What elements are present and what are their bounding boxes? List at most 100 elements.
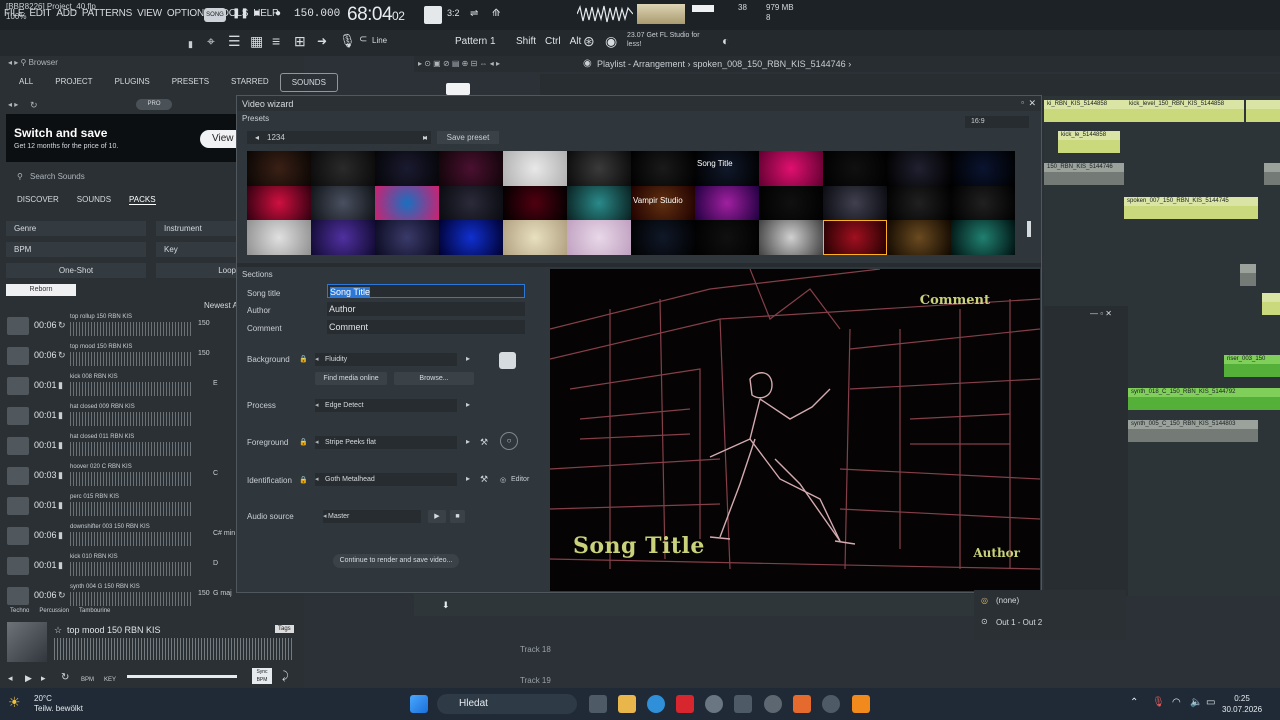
loop-toggle-icon[interactable]: ↻ [61, 672, 69, 683]
foreground-knob-icon[interactable]: ○ [500, 432, 518, 450]
clip[interactable] [1246, 100, 1280, 122]
tab-all[interactable]: ALL [8, 73, 44, 92]
app-icon[interactable] [793, 695, 811, 713]
background-lock-icon[interactable]: 🔒 [299, 355, 308, 363]
close-icon[interactable]: ✕ [1028, 98, 1036, 109]
preset-thumbnail[interactable] [439, 220, 503, 255]
key-filter[interactable]: Key [156, 242, 240, 257]
identification-select[interactable]: Goth Metalhead [315, 473, 457, 486]
input-none[interactable]: (none) [996, 596, 1019, 605]
player-tags-button[interactable]: Tags [275, 625, 294, 633]
clip[interactable] [1240, 264, 1256, 286]
preset-thumbnail[interactable] [823, 151, 887, 186]
maximize-icon[interactable]: ▫ [1021, 98, 1024, 107]
comment-input[interactable]: Comment [327, 320, 525, 334]
preset-thumbnail[interactable] [567, 151, 631, 186]
arrange-mode-button[interactable] [446, 83, 470, 95]
track-18-label[interactable]: Track 18 [520, 645, 551, 654]
piano-roll-icon[interactable]: ≡ [272, 33, 280, 49]
identification-next-icon[interactable]: ▸ [466, 474, 470, 483]
player-volume-slider[interactable] [127, 675, 237, 678]
sort-selector[interactable]: Newest A [204, 301, 238, 310]
preset-thumbnail[interactable] [887, 151, 951, 186]
fx-slot-icon[interactable]: ◎ [981, 596, 988, 605]
chrome-icon[interactable] [822, 695, 840, 713]
bpm-filter[interactable]: BPM [6, 242, 146, 257]
output-icon[interactable]: ⊙ [981, 617, 988, 626]
song-mode-toggle[interactable]: SONG [204, 8, 226, 22]
tab-project[interactable]: PROJECT [44, 73, 103, 92]
taskbar-search[interactable]: Hledat [437, 694, 577, 714]
clip[interactable]: synth_005_C_150_RBN_KIS_5144803 [1128, 420, 1258, 442]
randomize-icon[interactable] [499, 352, 516, 369]
volume-icon[interactable]: 🔈 [1190, 697, 1202, 708]
preset-thumbnail[interactable] [567, 220, 631, 255]
preset-thumbnail[interactable] [759, 151, 823, 186]
timeline-strip[interactable] [414, 594, 974, 616]
clip[interactable]: riser_003_150 [1224, 355, 1280, 377]
next-icon[interactable]: ▸ [41, 673, 46, 684]
clip[interactable] [1264, 163, 1280, 185]
drag-icon[interactable]: ⤸ [282, 670, 289, 683]
record-icon[interactable]: ● [275, 8, 281, 19]
tab-starred[interactable]: STARRED [220, 73, 280, 92]
editor-button[interactable]: Editor [511, 476, 529, 483]
sample-row[interactable]: 00:01 ▮ kick 008 RBN KIS E [0, 371, 240, 401]
playlist-play-icon[interactable]: ◉ [583, 58, 592, 69]
playlist-tools-icon[interactable]: ▸ ⊙ ▣ ⊘ ▤ ⊕ ⊟ ⇔ ◂ ▸ [418, 59, 500, 68]
preset-thumbnail[interactable] [311, 185, 375, 221]
preset-thumbnail[interactable] [823, 185, 887, 221]
alt-key[interactable]: Alt [570, 36, 582, 47]
menu-view[interactable]: VIEW [137, 8, 162, 19]
tag-tambourine[interactable]: Tambourine [79, 608, 110, 614]
playlist-icon[interactable]: ⊞ [294, 33, 306, 50]
media-player-icon[interactable] [764, 695, 782, 713]
snap-icon[interactable]: ⌖ [207, 33, 215, 50]
clip[interactable]: spoken_007_150_RBN_KIS_5144745 [1124, 197, 1258, 219]
tab-packs[interactable]: PACKS [129, 195, 156, 205]
preset-thumbnail[interactable] [439, 151, 503, 186]
system-clock[interactable]: 0:25 30.07.2026 [1222, 693, 1262, 715]
clip[interactable] [1262, 293, 1280, 315]
identification-settings-icon[interactable]: ⚒ [480, 474, 488, 485]
sample-waveform[interactable] [70, 532, 192, 546]
tray-chevron-icon[interactable]: ⌃ [1130, 697, 1138, 708]
preset-thumbnail[interactable] [375, 151, 439, 186]
player-play-icon[interactable]: ▶ [25, 673, 32, 684]
weather-widget[interactable]: 20°C Teilw. bewölkt [34, 694, 83, 714]
metronome-icon[interactable] [424, 6, 442, 24]
fl-studio-icon[interactable] [852, 695, 870, 713]
preset-thumbnail[interactable] [695, 185, 759, 221]
preset-thumbnail[interactable] [503, 185, 567, 221]
player-waveform[interactable] [54, 638, 294, 660]
edge-icon[interactable] [647, 695, 665, 713]
microphone-icon[interactable]: 🎙 [339, 33, 356, 49]
foreground-select[interactable]: Stripe Peeks flat [315, 436, 457, 449]
time-display[interactable]: 68:0402 [347, 4, 405, 26]
song-title-input[interactable]: Song Title [327, 284, 525, 298]
find-media-button[interactable]: Find media online [315, 372, 387, 385]
sample-row[interactable]: 00:01 ▮ kick 010 RBN KIS D [0, 551, 240, 581]
wizard-titlebar[interactable]: Video wizard ▫ ✕ [237, 96, 1041, 111]
battery-icon[interactable]: ▭ [1206, 697, 1215, 708]
process-next-icon[interactable]: ▸ [466, 400, 470, 409]
foreground-next-icon[interactable]: ▸ [466, 437, 470, 446]
start-icon[interactable] [410, 695, 428, 713]
master-volume-slider[interactable] [692, 5, 714, 12]
preset-thumbnail[interactable] [631, 151, 695, 186]
ctrl-key[interactable]: Ctrl [545, 36, 561, 47]
audio-play-icon[interactable]: ▶ [428, 510, 446, 523]
output-select[interactable]: Out 1 - Out 2 [996, 618, 1042, 627]
store-icon[interactable] [734, 695, 752, 713]
clip[interactable]: ki_RBN_KIS_5144858 [1044, 100, 1126, 122]
tempo-display[interactable]: 150.000 [294, 8, 340, 20]
preset-prev-icon[interactable]: ◂ [247, 133, 267, 142]
splitter[interactable] [237, 263, 1041, 267]
step-icon[interactable]: 3:2 [447, 8, 460, 18]
weather-icon[interactable]: ☀ [8, 694, 21, 711]
preset-thumbnail[interactable] [695, 220, 759, 255]
track-19-label[interactable]: Track 19 [520, 676, 551, 685]
preset-thumbnail[interactable]: Vampir Studio [631, 185, 695, 221]
preset-thumbnail[interactable] [503, 220, 567, 255]
foreground-lock-icon[interactable]: 🔒 [299, 438, 308, 446]
